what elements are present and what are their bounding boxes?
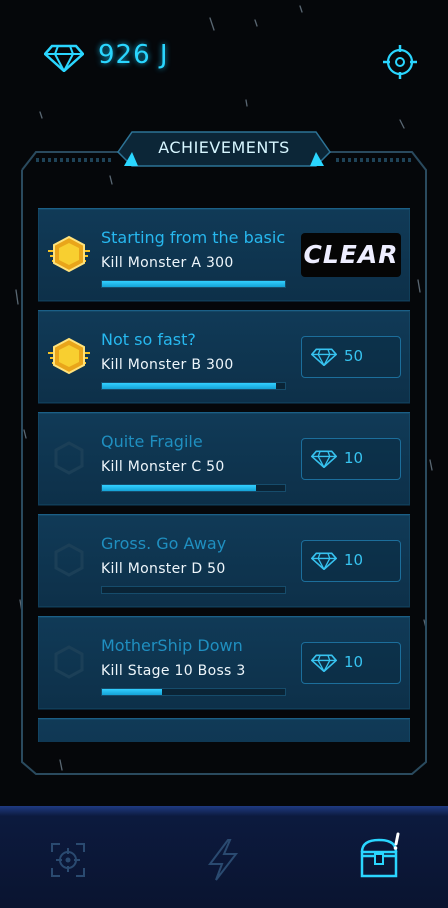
achievement-card[interactable]: Quite Fragile Kill Monster C 50 10 xyxy=(38,412,410,506)
empty-medal-icon xyxy=(54,645,84,679)
progress-bar xyxy=(101,586,286,594)
settings-target-icon[interactable] xyxy=(382,44,418,80)
achievement-list[interactable]: Starting from the basic Kill Monster A 3… xyxy=(38,208,410,742)
achievement-name: Not so fast? xyxy=(101,330,196,349)
empty-medal-icon xyxy=(54,441,84,475)
top-bar: 926 J xyxy=(0,0,448,120)
achievement-task: Kill Stage 10 Boss 3 xyxy=(101,663,246,679)
achievement-card-partial[interactable] xyxy=(38,718,410,742)
treasure-chest-icon[interactable] xyxy=(358,832,404,878)
progress-bar xyxy=(101,484,286,492)
page-title: ACHIEVEMENTS xyxy=(158,138,290,157)
achievement-name: Starting from the basic xyxy=(101,228,286,247)
reward-amount: 50 xyxy=(344,347,364,365)
achievement-task: Kill Monster D 50 xyxy=(101,561,226,577)
crosshair-icon[interactable] xyxy=(50,842,86,878)
claim-reward-button[interactable]: 50 xyxy=(301,336,401,378)
reward-amount: 10 xyxy=(344,653,364,671)
achievement-card[interactable]: Starting from the basic Kill Monster A 3… xyxy=(38,208,410,302)
diamond-icon xyxy=(311,348,337,366)
gold-medal-icon xyxy=(48,337,90,375)
reward-amount: 10 xyxy=(344,449,364,467)
clear-badge[interactable]: CLEAR xyxy=(301,233,401,277)
reward-amount: 10 xyxy=(344,551,364,569)
diamond-icon xyxy=(311,450,337,468)
achievement-name: Gross. Go Away xyxy=(101,534,227,553)
diamond-icon xyxy=(44,44,84,72)
progress-fill xyxy=(102,281,285,287)
diamond-icon xyxy=(311,552,337,570)
achievement-name: MotherShip Down xyxy=(101,636,243,655)
bottom-nav: ! xyxy=(0,806,448,908)
progress-bar xyxy=(101,382,286,390)
achievement-card[interactable]: Gross. Go Away Kill Monster D 50 10 xyxy=(38,514,410,608)
progress-fill xyxy=(102,383,276,389)
gold-medal-icon xyxy=(48,235,90,273)
progress-bar xyxy=(101,688,286,696)
empty-medal-icon xyxy=(54,543,84,577)
progress-fill xyxy=(102,689,163,695)
achievement-card[interactable]: Not so fast? Kill Monster B 300 50 xyxy=(38,310,410,404)
progress-bar xyxy=(101,280,286,288)
achievement-task: Kill Monster C 50 xyxy=(101,459,225,475)
achievement-task: Kill Monster A 300 xyxy=(101,255,234,271)
currency-amount: 926 J xyxy=(98,40,169,70)
reward-button[interactable]: 10 xyxy=(301,642,401,684)
achievement-card[interactable]: MotherShip Down Kill Stage 10 Boss 3 10 xyxy=(38,616,410,710)
diamond-icon xyxy=(311,654,337,672)
reward-button[interactable]: 10 xyxy=(301,540,401,582)
progress-fill xyxy=(102,485,256,491)
achievement-task: Kill Monster B 300 xyxy=(101,357,234,373)
lightning-icon[interactable] xyxy=(204,838,242,882)
reward-button[interactable]: 10 xyxy=(301,438,401,480)
achievement-name: Quite Fragile xyxy=(101,432,203,451)
